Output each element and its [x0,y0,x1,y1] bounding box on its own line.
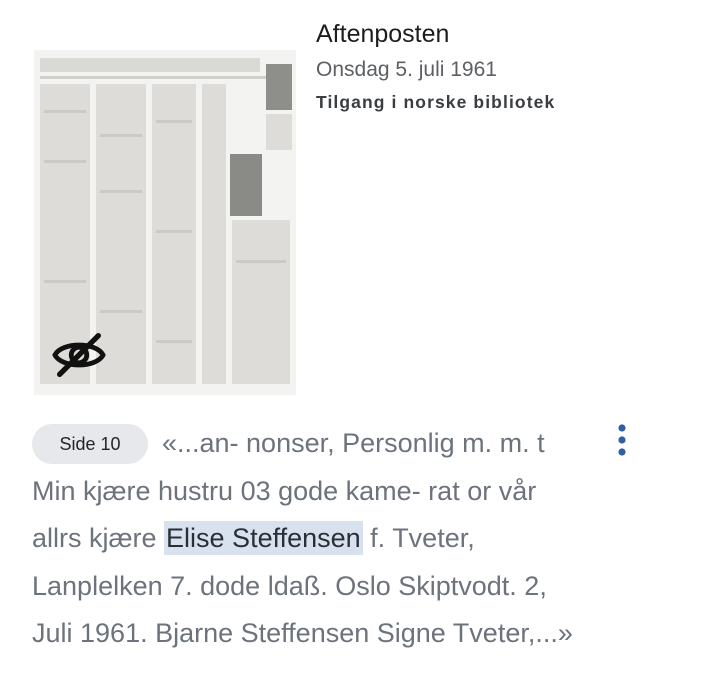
eye-off-icon [52,333,106,377]
search-result-card: Aftenposten Onsdag 5. juli 1961 Tilgang … [0,0,715,696]
highlighted-match: Elise Steffensen [164,521,363,555]
newspaper-thumbnail[interactable] [34,50,296,395]
snippet-text: «...an- nonser, Personlig m. m. t Min kj… [32,420,592,658]
more-vertical-icon[interactable] [606,420,638,460]
access-label: Tilgang i norske bibliotek [316,92,556,112]
newspaper-title[interactable]: Aftenposten [316,20,449,49]
publication-date: Onsdag 5. juli 1961 [316,58,497,81]
